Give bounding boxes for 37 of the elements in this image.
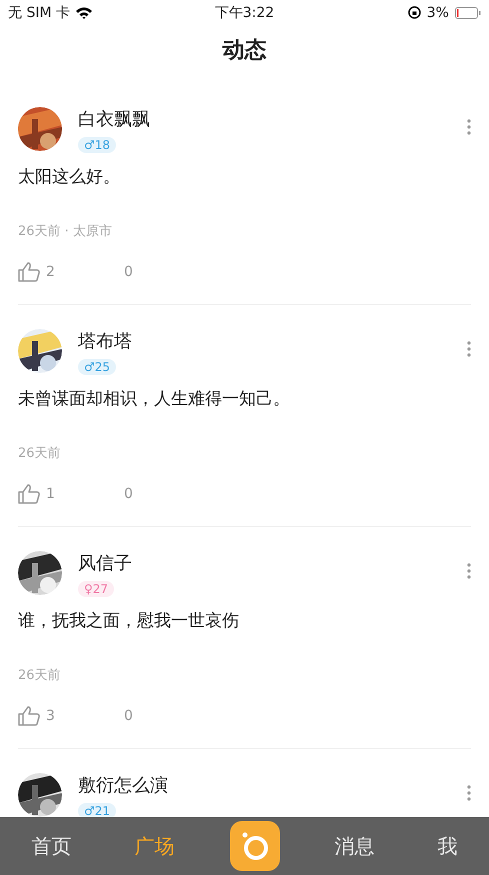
more-icon[interactable] bbox=[467, 119, 471, 135]
more-icon[interactable] bbox=[467, 563, 471, 579]
tab[interactable]: 我 bbox=[430, 828, 466, 864]
camera-button[interactable] bbox=[230, 821, 280, 871]
thumbs-up-icon[interactable] bbox=[18, 484, 40, 504]
rotation-lock-icon bbox=[408, 6, 421, 19]
thumbs-up-icon[interactable] bbox=[18, 262, 40, 282]
comment-count: 0 bbox=[124, 708, 133, 724]
gender-age-badge: ♂25 bbox=[78, 359, 116, 375]
comment-count: 0 bbox=[124, 264, 133, 280]
post-text: 未曾谋面却相识，人生难得一知己。 bbox=[18, 388, 291, 410]
thumbs-up-icon[interactable] bbox=[18, 706, 40, 726]
tab[interactable]: 首页 bbox=[24, 828, 80, 864]
user-name[interactable]: 塔布塔 bbox=[78, 329, 451, 353]
user-name[interactable]: 白衣飘飘 bbox=[78, 107, 451, 131]
user-name[interactable]: 风信子 bbox=[78, 551, 451, 575]
post-meta: 26天前 bbox=[18, 667, 62, 684]
post-text: 太阳这么好。 bbox=[18, 166, 121, 188]
carrier-text: 无 SIM 卡 bbox=[8, 4, 70, 22]
battery-percent: 3% bbox=[426, 4, 449, 20]
gender-age-badge: ♂18 bbox=[78, 137, 116, 153]
page-title: 动态 bbox=[221, 37, 268, 65]
wifi-icon bbox=[76, 6, 92, 18]
battery-icon bbox=[454, 6, 481, 18]
like-count: 1 bbox=[46, 486, 56, 502]
like-count: 3 bbox=[46, 708, 56, 724]
gender-age-badge: ♀27 bbox=[78, 581, 114, 597]
post-meta: 26天前 · 太原市 bbox=[18, 223, 113, 240]
post-text: 谁，抚我之面，慰我一世哀伤 bbox=[18, 610, 240, 632]
more-icon[interactable] bbox=[467, 341, 471, 357]
user-name[interactable]: 敷衍怎么演 bbox=[78, 773, 451, 797]
post-meta: 26天前 bbox=[18, 445, 62, 462]
tab[interactable]: 消息 bbox=[326, 828, 382, 864]
comment-count: 0 bbox=[124, 486, 133, 502]
like-count: 2 bbox=[46, 264, 56, 280]
status-time: 下午3:22 bbox=[214, 4, 274, 22]
more-icon[interactable] bbox=[467, 785, 471, 801]
